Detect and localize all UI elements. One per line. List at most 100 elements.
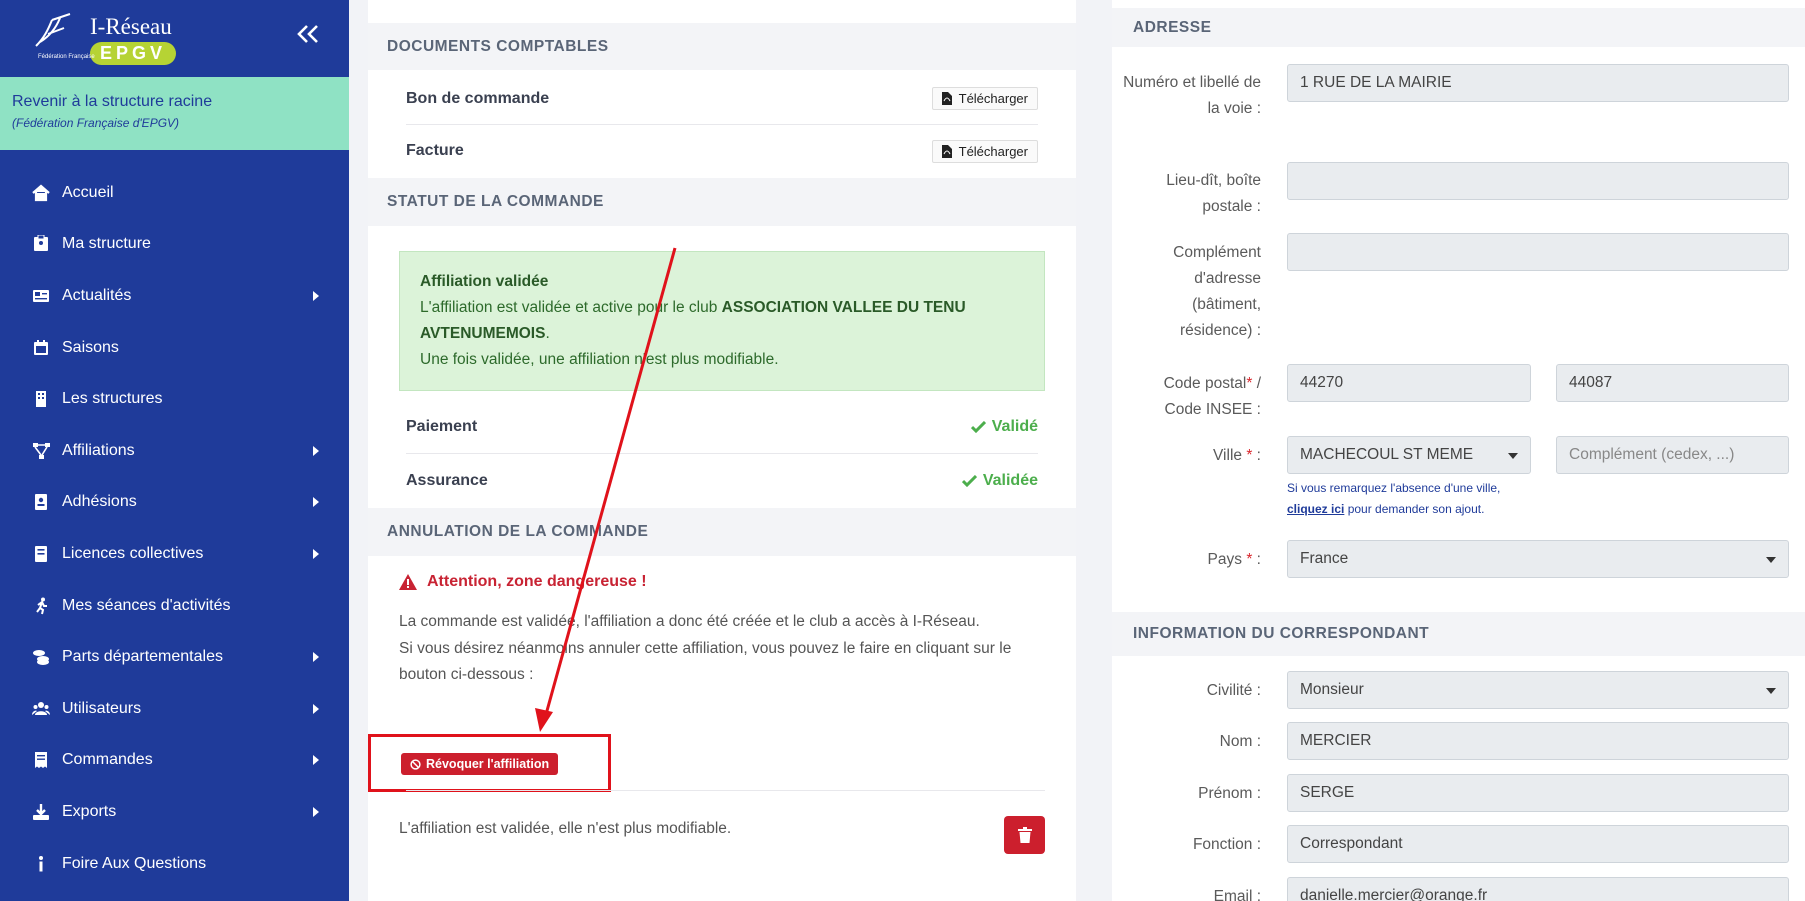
pays-label: Pays * :: [1151, 547, 1261, 573]
delete-button[interactable]: [1004, 816, 1045, 854]
alert-text-post: .: [545, 325, 550, 342]
status-row-assurance: Assurance Validée: [406, 454, 1038, 507]
sidebar-item-label: Commandes: [62, 751, 153, 769]
download-facture-button[interactable]: Télécharger: [931, 139, 1038, 163]
sidebar-item-label: Actualités: [62, 286, 132, 304]
root-structure-link[interactable]: Revenir à la structure racine (Fédératio…: [0, 77, 349, 150]
voie-label: Numéro et libellé de la voie :: [1123, 74, 1261, 117]
pays-value: France: [1300, 550, 1349, 567]
sidebar-item-parts-departementales[interactable]: Parts départementales: [0, 631, 349, 683]
double-chevron-left-icon: [297, 25, 318, 43]
revoke-highlight-box: Révoquer l'affiliation: [368, 734, 611, 792]
root-structure-sub: (Fédération Française d'EPGV): [12, 116, 180, 130]
complement-input[interactable]: [1287, 233, 1789, 271]
cp-label-b: /: [1256, 375, 1261, 392]
lieudit-input[interactable]: [1287, 162, 1789, 200]
sidebar-item-saisons[interactable]: Saisons: [0, 322, 349, 374]
cp-label-a: Code postal: [1163, 375, 1247, 392]
ville-label-text: Ville: [1213, 447, 1243, 464]
sidebar-item-foire-aux-questions[interactable]: Foire Aux Questions: [0, 838, 349, 890]
sidebar-item-exports[interactable]: Exports: [0, 786, 349, 838]
structure-form: ADRESSE Numéro et libellé de la voie : 1…: [1112, 0, 1805, 901]
civilite-select[interactable]: Monsieur: [1287, 671, 1789, 709]
nom-input[interactable]: MERCIER: [1287, 722, 1789, 760]
ville-value: MACHECOUL ST MEME: [1300, 446, 1474, 463]
sidebar-item-label: Accueil: [62, 183, 114, 201]
email-label: Email :: [1213, 888, 1261, 901]
sidebar-item-ma-structure[interactable]: Ma structure: [0, 219, 349, 271]
home-icon: [30, 184, 52, 202]
sidebar-item-label: Utilisateurs: [62, 699, 142, 717]
sidebar-item-label: Adhésions: [62, 493, 137, 511]
download-bon-button[interactable]: Télécharger: [931, 87, 1038, 110]
fonction-label: Fonction :: [1192, 836, 1261, 853]
status-label: Paiement: [406, 418, 478, 435]
request-city-link[interactable]: cliquez ici: [1287, 502, 1344, 516]
network-icon: [30, 442, 52, 460]
locked-note: L'affiliation est validée, elle n'est pl…: [399, 820, 732, 837]
cp-input[interactable]: 44270: [1287, 364, 1531, 402]
chevron-down-icon: [1508, 453, 1518, 459]
sidebar-item-label: Affiliations: [62, 441, 135, 459]
users-icon: [30, 700, 52, 718]
prenom-input[interactable]: SERGE: [1287, 774, 1789, 812]
document-label: Facture: [406, 142, 464, 159]
revoke-affiliation-button[interactable]: Révoquer l'affiliation: [401, 753, 559, 775]
voie-input[interactable]: 1 RUE DE LA MAIRIE: [1287, 64, 1789, 102]
id-badge-icon: [30, 235, 52, 253]
warning-triangle-icon: [399, 574, 417, 590]
logo-area: I-Réseau EPGV Fédération Française: [0, 0, 349, 77]
alert-text-line2: Une fois validée, une affiliation n'est …: [420, 351, 779, 368]
caret-right-icon: [313, 652, 319, 663]
ville-select[interactable]: MACHECOUL ST MEME: [1287, 436, 1531, 474]
status-value: Validée: [982, 471, 1038, 489]
ville-complement-input[interactable]: Complément (cedex, ...): [1556, 436, 1789, 474]
caret-right-icon: [313, 497, 319, 508]
running-icon: [30, 597, 52, 615]
caret-right-icon: [313, 290, 319, 301]
danger-zone-label: Attention, zone dangereuse !: [427, 573, 647, 590]
collapse-sidebar-button[interactable]: [295, 22, 321, 46]
email-input[interactable]: danielle.mercier@orange.fr: [1287, 877, 1789, 901]
sidebar-item-commandes[interactable]: Commandes: [0, 735, 349, 787]
danger-zone-text: La commande est validée, l'affiliation a…: [399, 609, 1045, 689]
chevron-down-icon: [1766, 688, 1776, 694]
status-list: Paiement Validé Assurance Validée: [368, 401, 1076, 507]
ban-icon: [410, 758, 421, 770]
document-label: Bon de commande: [406, 89, 550, 107]
sidebar-item-utilisateurs[interactable]: Utilisateurs: [0, 683, 349, 735]
sidebar-item-licences-collectives[interactable]: Licences collectives: [0, 528, 349, 580]
sidebar-item-mes-seances-d-activites[interactable]: Mes séances d'activités: [0, 580, 349, 632]
danger-zone-title: Attention, zone dangereuse !: [399, 573, 1045, 591]
building-icon: [30, 390, 52, 408]
logo-badge: EPGV: [90, 42, 177, 65]
sidebar-item-les-structures[interactable]: Les structures: [0, 373, 349, 425]
sidebar-item-actualites[interactable]: Actualités: [0, 270, 349, 322]
status-value: Validé: [991, 418, 1038, 435]
revoke-label: Révoquer l'affiliation: [426, 757, 550, 771]
divider: [406, 790, 1045, 791]
status-row-paiement: Paiement Validé: [406, 401, 1038, 454]
pays-select[interactable]: France: [1287, 540, 1789, 578]
sidebar-item-affiliations[interactable]: Affiliations: [0, 425, 349, 477]
sidebar-item-label: Licences collectives: [62, 544, 204, 562]
complement-label: Complément d'adresse (bâtiment, résidenc…: [1173, 244, 1261, 339]
civilite-value: Monsieur: [1300, 681, 1364, 698]
nom-label: Nom :: [1219, 733, 1261, 750]
id-card-icon: [30, 493, 52, 511]
sidebar-item-label: Les structures: [62, 390, 163, 408]
coins-icon: [30, 648, 52, 666]
caret-right-icon: [313, 703, 319, 714]
sidebar-item-label: Foire Aux Questions: [62, 854, 207, 872]
affiliation-validated-alert: Affiliation validée L'affiliation est va…: [399, 251, 1045, 391]
alert-title: Affiliation validée: [420, 273, 549, 290]
sidebar-item-label: Exports: [62, 802, 117, 820]
logo[interactable]: I-Réseau EPGV Fédération Française: [30, 12, 180, 66]
correspondant-section-title: INFORMATION DU CORRESPONDANT: [1112, 612, 1805, 656]
required-mark: *: [1246, 375, 1253, 392]
sidebar-item-adhesions[interactable]: Adhésions: [0, 477, 349, 529]
sidebar-item-accueil[interactable]: Accueil: [0, 167, 349, 219]
fonction-input[interactable]: Correspondant: [1287, 825, 1789, 863]
colon: :: [1252, 551, 1261, 568]
insee-input[interactable]: 44087: [1556, 364, 1789, 402]
